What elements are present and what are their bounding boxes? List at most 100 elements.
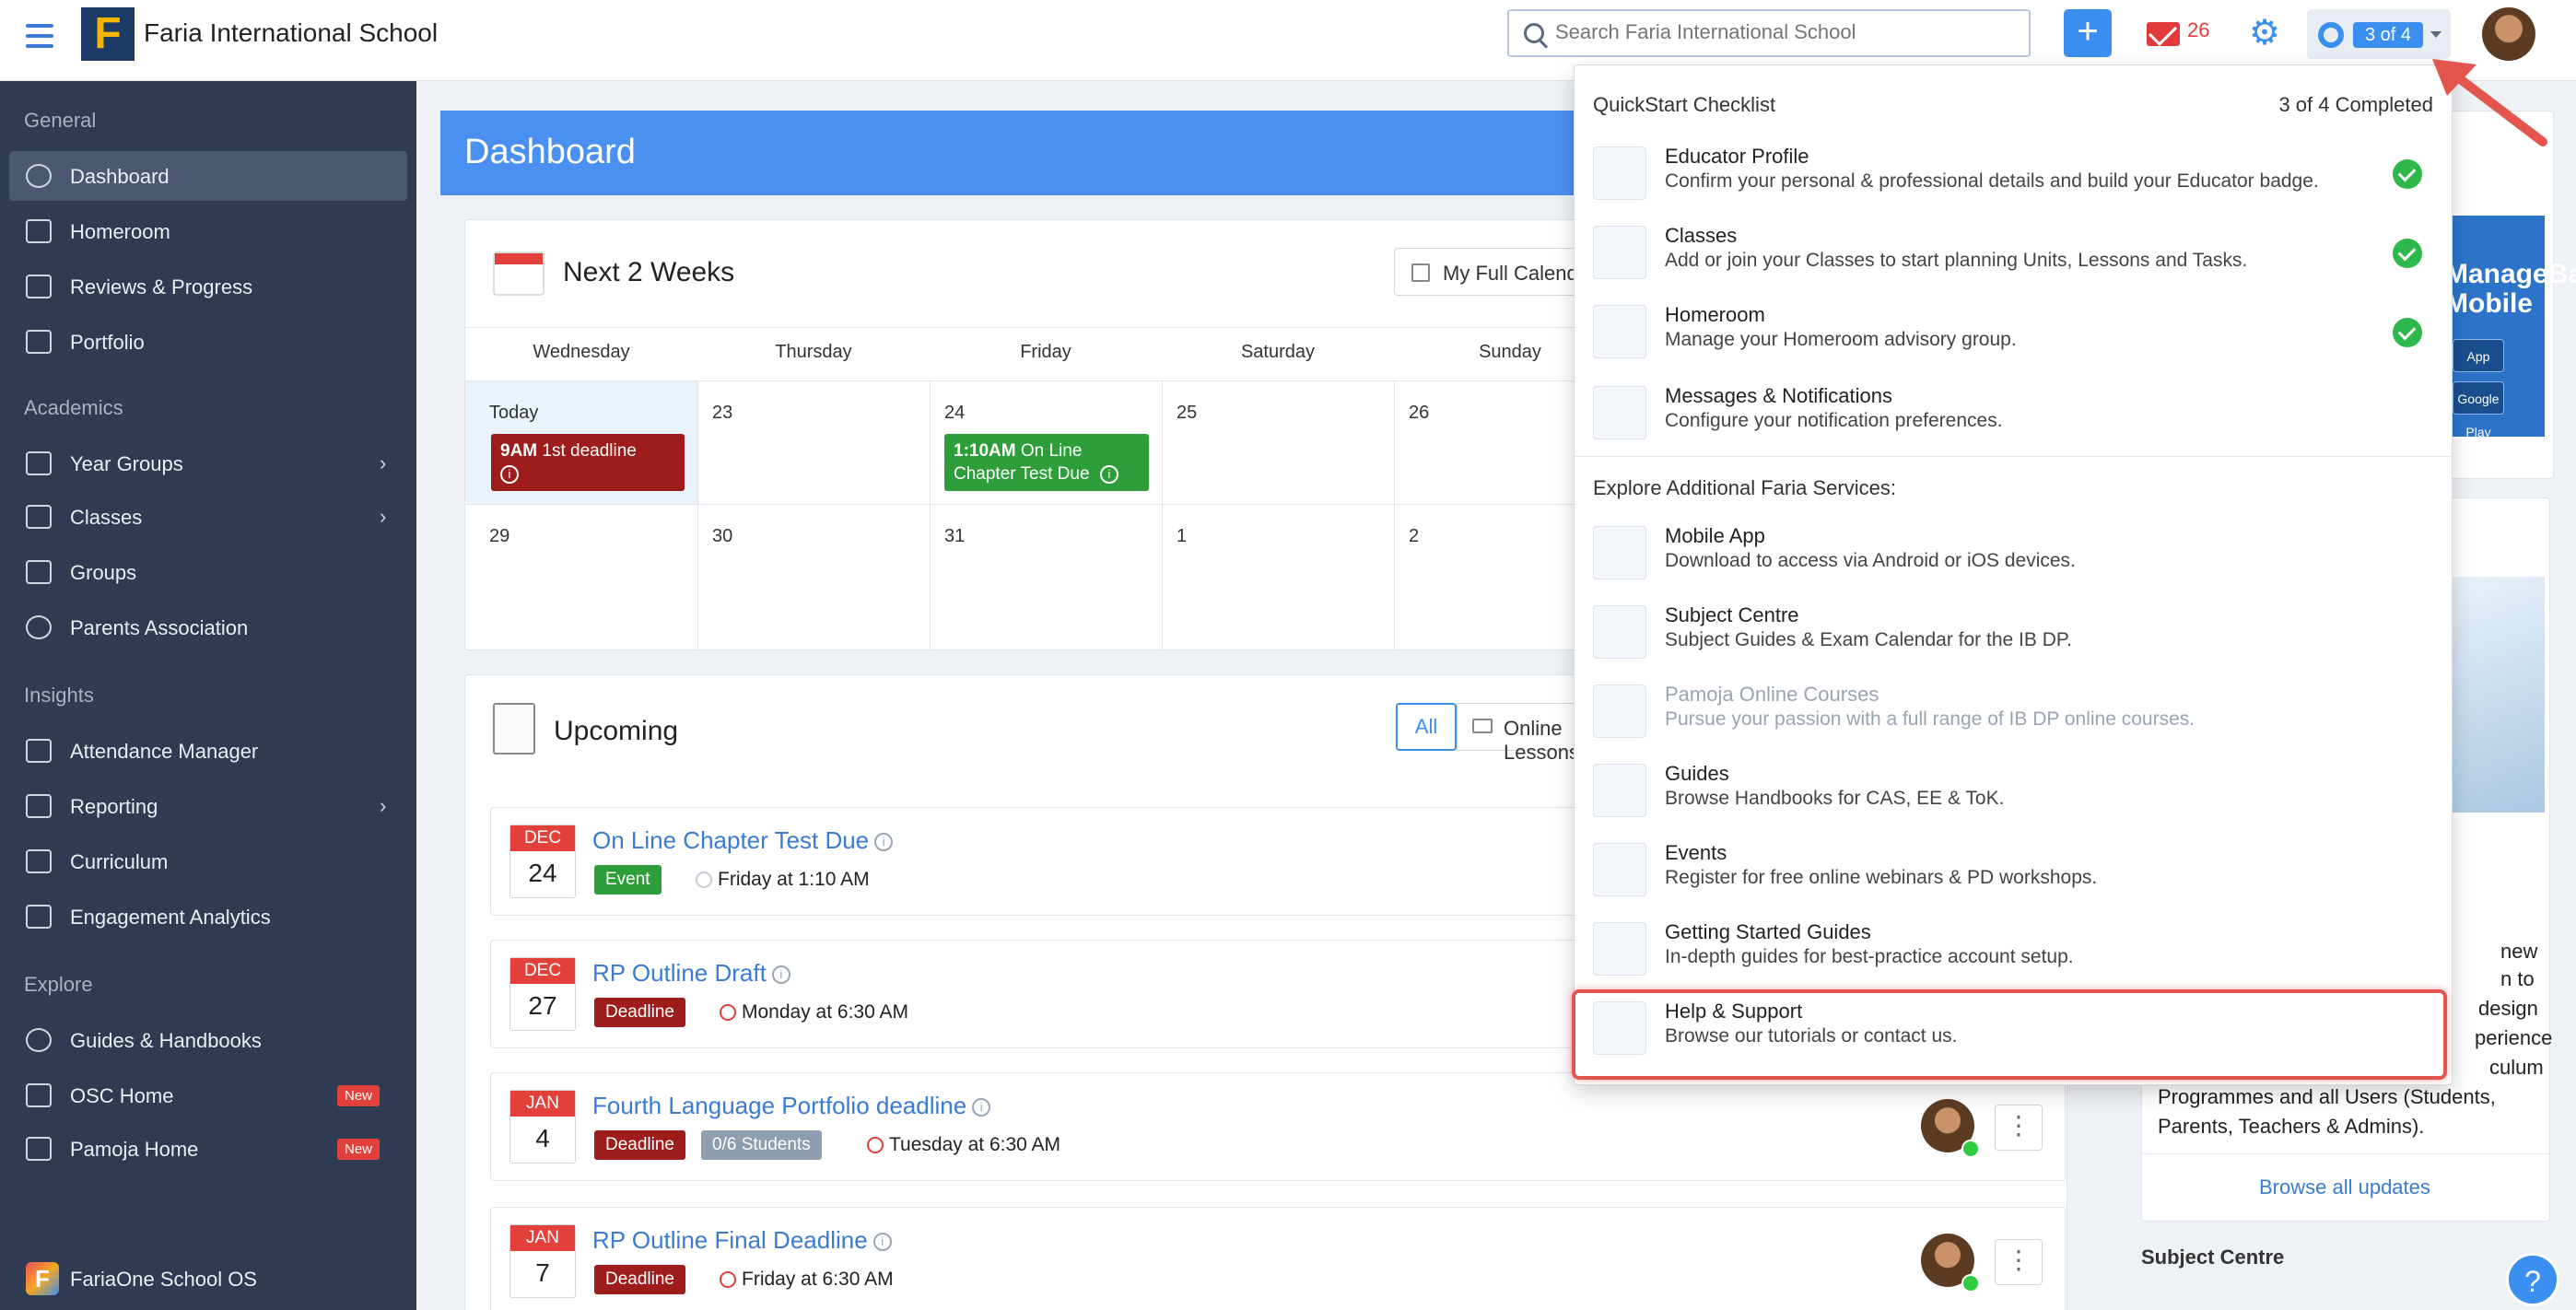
- browse-all-updates-link[interactable]: Browse all updates: [2259, 1175, 2430, 1199]
- gear-icon[interactable]: ⚙: [2248, 16, 2281, 51]
- upcoming-item[interactable]: JAN 4 Fourth Language Portfolio deadline…: [490, 1072, 2066, 1181]
- checklist-item-desc: Manage your Homeroom advisory group.: [1665, 329, 2017, 350]
- students-tag[interactable]: 0/6 Students: [701, 1130, 822, 1160]
- service-mobile-app[interactable]: Mobile App Download to access via Androi…: [1575, 509, 2453, 589]
- calendar-event[interactable]: 1:10AM On Line Chapter Test Due i: [944, 434, 1149, 491]
- update-text: culum: [2489, 1056, 2544, 1079]
- calendar-icon: [493, 251, 544, 296]
- service-guides[interactable]: Guides Browse Handbooks for CAS, EE & To…: [1575, 747, 2453, 826]
- alarm-icon: [720, 1004, 736, 1022]
- upcoming-item-title[interactable]: RP Outline Final Deadline i: [592, 1226, 892, 1255]
- service-subject-centre[interactable]: Subject Centre Subject Guides & Exam Cal…: [1575, 589, 2453, 668]
- update-text: design: [2478, 997, 2538, 1020]
- service-events[interactable]: Events Register for free online webinars…: [1575, 826, 2453, 906]
- divider: [1575, 456, 2453, 457]
- year-groups-icon: [26, 451, 52, 475]
- info-icon[interactable]: i: [972, 1098, 991, 1117]
- info-icon[interactable]: i: [771, 965, 790, 985]
- checklist-item-title: Messages & Notifications: [1665, 384, 1892, 407]
- update-text: Programmes and all Users (Students,: [2158, 1085, 2496, 1108]
- date-day: 24: [528, 859, 557, 887]
- fariaone-logo-icon[interactable]: F: [26, 1262, 59, 1295]
- item-title-text[interactable]: RP Outline Draft: [592, 959, 767, 987]
- teacher-avatar[interactable]: [1921, 1099, 1980, 1158]
- upcoming-item-title[interactable]: On Line Chapter Test Due i: [592, 826, 894, 855]
- fariaone-link[interactable]: FariaOne School OS: [70, 1268, 257, 1292]
- mail-count[interactable]: 26: [2187, 18, 2209, 42]
- search-box[interactable]: [1507, 9, 2031, 57]
- info-icon[interactable]: i: [872, 1233, 892, 1252]
- checklist-item-classes[interactable]: Classes Add or join your Classes to star…: [1575, 209, 2453, 288]
- more-options-button[interactable]: ⋮: [1995, 1105, 2043, 1151]
- item-title-text[interactable]: RP Outline Final Deadline: [592, 1226, 868, 1254]
- info-icon[interactable]: i: [500, 464, 519, 484]
- date-day: 4: [535, 1124, 550, 1152]
- upcoming-title: Upcoming: [554, 716, 679, 746]
- item-when-text: Monday at 6:30 AM: [742, 1001, 908, 1023]
- hamburger-menu-icon[interactable]: [26, 24, 53, 48]
- sidebar-section-general: General: [24, 109, 97, 132]
- day-number: 1: [1177, 526, 1188, 546]
- teacher-avatar[interactable]: [1921, 1234, 1980, 1292]
- sidebar-item-classes[interactable]: Classes ›: [9, 492, 407, 542]
- sidebar-item-attendance[interactable]: Attendance Manager: [9, 726, 407, 776]
- search-icon: [1524, 23, 1544, 43]
- sidebar-item-homeroom[interactable]: Homeroom: [9, 206, 407, 256]
- sidebar-item-guides[interactable]: Guides & Handbooks: [9, 1015, 407, 1065]
- day-number: Today: [489, 403, 539, 423]
- info-icon[interactable]: i: [874, 833, 894, 852]
- google-play-badge[interactable]: Google Play: [2453, 381, 2504, 439]
- filter-all-button[interactable]: All: [1396, 703, 1457, 751]
- checklist-item-homeroom[interactable]: Homeroom Manage your Homeroom advisory g…: [1575, 288, 2453, 368]
- item-title-text[interactable]: Fourth Language Portfolio deadline: [592, 1092, 966, 1119]
- upcoming-item-title[interactable]: Fourth Language Portfolio deadline i: [592, 1092, 991, 1120]
- calendar-title: Next 2 Weeks: [563, 257, 735, 287]
- service-getting-started[interactable]: Getting Started Guides In-depth guides f…: [1575, 906, 2453, 985]
- search-input[interactable]: [1555, 20, 2016, 44]
- upcoming-item[interactable]: JAN 7 RP Outline Final Deadline i Deadlin…: [490, 1207, 2066, 1310]
- mobile-banner-text: ManageBac Mobile: [2445, 259, 2576, 319]
- help-question-icon[interactable]: ?: [2506, 1253, 2559, 1306]
- sidebar-item-groups[interactable]: Groups: [9, 547, 407, 597]
- check-circle-icon: [2393, 239, 2422, 268]
- date-badge: JAN 4: [509, 1090, 576, 1164]
- event-title: 1st deadline: [542, 441, 637, 461]
- calendar-small-icon: [1411, 263, 1430, 282]
- item-title-text[interactable]: On Line Chapter Test Due: [592, 826, 869, 854]
- mail-icon[interactable]: [2147, 22, 2180, 46]
- service-title: Guides: [1665, 762, 1729, 785]
- sidebar-item-dashboard[interactable]: Dashboard: [9, 151, 407, 201]
- service-desc: Browse Handbooks for CAS, EE & ToK.: [1665, 788, 2005, 809]
- school-name[interactable]: Faria International School: [144, 18, 438, 48]
- add-button[interactable]: +: [2064, 9, 2112, 57]
- sidebar-item-pamoja-home[interactable]: Pamoja Home New: [9, 1124, 407, 1174]
- pamoja-icon: [26, 1137, 52, 1161]
- item-when: Monday at 6:30 AM: [720, 1001, 908, 1023]
- item-when-text: Friday at 6:30 AM: [742, 1269, 894, 1290]
- app-store-badge[interactable]: App Store: [2453, 339, 2504, 397]
- sidebar-item-reviews[interactable]: Reviews & Progress: [9, 262, 407, 311]
- sidebar-item-engagement[interactable]: Engagement Analytics: [9, 892, 407, 942]
- info-icon[interactable]: i: [1099, 464, 1118, 484]
- service-title: Pamoja Online Courses: [1665, 683, 1879, 706]
- help-support-highlight: [1572, 989, 2447, 1080]
- calendar-event[interactable]: 9AM 1st deadline i: [491, 434, 685, 491]
- sidebar-item-reporting[interactable]: Reporting ›: [9, 781, 407, 831]
- sidebar-item-parents-association[interactable]: Parents Association: [9, 602, 407, 652]
- day-number: 24: [944, 403, 966, 423]
- sidebar-item-label: Reporting: [70, 795, 158, 818]
- checklist-item-educator-profile[interactable]: Educator Profile Confirm your personal &…: [1575, 130, 2453, 209]
- update-text: new: [2500, 940, 2538, 963]
- school-logo[interactable]: F: [81, 7, 135, 61]
- service-title: Mobile App: [1665, 524, 1765, 547]
- sidebar-item-osc-home[interactable]: OSC Home New: [9, 1070, 407, 1120]
- sidebar-item-portfolio[interactable]: Portfolio: [9, 317, 407, 367]
- sidebar-item-label: Homeroom: [70, 220, 170, 243]
- checklist-item-desc: Add or join your Classes to start planni…: [1665, 250, 2248, 271]
- service-pamoja[interactable]: Pamoja Online Courses Pursue your passio…: [1575, 668, 2453, 747]
- upcoming-item-title[interactable]: RP Outline Draft i: [592, 959, 790, 988]
- sidebar-item-year-groups[interactable]: Year Groups ›: [9, 439, 407, 488]
- sidebar-item-curriculum[interactable]: Curriculum: [9, 836, 407, 886]
- checklist-item-messages[interactable]: Messages & Notifications Configure your …: [1575, 369, 2453, 449]
- more-options-button[interactable]: ⋮: [1995, 1239, 2043, 1285]
